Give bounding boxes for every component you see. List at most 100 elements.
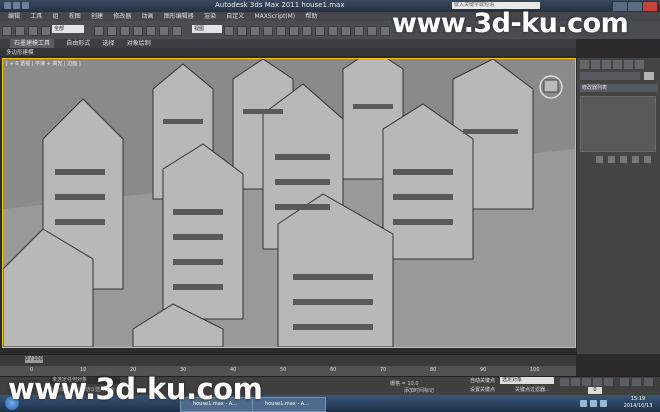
quick-access-toolbar [4,2,32,10]
orbit-icon[interactable] [644,378,653,386]
time-slider[interactable]: 0 / 100 [25,356,43,363]
window-title: Autodesk 3ds Max 2011 house1.max [215,1,345,9]
menu-item-create[interactable]: 创建 [91,12,103,21]
tick-label: 60 [330,367,337,373]
modify-tab-icon[interactable] [591,60,600,69]
pan-icon[interactable] [632,378,641,386]
pin-stack-icon[interactable] [596,156,603,163]
modifier-stack-list[interactable] [580,96,656,152]
object-name-field[interactable] [580,72,640,80]
curve-editor-icon[interactable] [314,26,325,36]
hierarchy-tab-icon[interactable] [602,60,611,69]
tab-object-paint[interactable]: 对象绘制 [127,39,151,48]
clock-date: 2014/10/13 [623,403,653,409]
menu-item-modifiers[interactable]: 修改器 [113,12,131,21]
open-file-icon[interactable] [22,2,29,9]
menu-item-customize[interactable]: 自定义 [226,12,244,21]
window-crossing-icon[interactable] [133,26,144,36]
selection-set-dropdown[interactable]: 选定对象 [500,377,554,384]
menu-item-animation[interactable]: 动画 [142,12,154,21]
tray-flag-icon[interactable] [580,400,587,407]
app-menu-icon[interactable] [4,2,11,9]
redo-icon[interactable] [15,26,25,36]
tray-network-icon[interactable] [590,400,597,407]
close-button[interactable] [642,1,658,12]
viewport-label[interactable]: [ + 0 透视 | 平滑 + 高光 | 边面 ] [6,60,81,67]
watermark-text: www.3d-ku.com [8,372,263,406]
menu-item-maxscript[interactable]: MAXScript(M) [255,12,296,21]
menu-item-group[interactable]: 组 [53,12,59,21]
select-by-name-icon[interactable] [107,26,118,36]
undo-icon[interactable] [2,26,12,36]
current-frame-field[interactable]: 0 [588,387,602,394]
goto-start-icon[interactable] [560,378,569,386]
motion-tab-icon[interactable] [613,60,622,69]
play-icon[interactable] [582,378,591,386]
render-icon[interactable] [379,26,390,36]
tick-label: 50 [280,367,287,373]
configure-sets-icon[interactable] [644,156,651,163]
angle-snap-icon[interactable] [249,26,260,36]
selection-filter-dropdown[interactable]: 全部 [52,25,84,33]
show-end-result-icon[interactable] [608,156,615,163]
menu-item-help[interactable]: 帮助 [305,12,317,21]
prev-frame-icon[interactable] [571,378,580,386]
set-key-button[interactable]: 设置关键点 [470,386,495,393]
snap-icon[interactable] [236,26,247,36]
tab-freeform[interactable]: 自由形式 [66,39,90,48]
system-clock[interactable]: 15:19 2014/10/13 [616,396,660,410]
menu-item-edit[interactable]: 编辑 [8,12,20,21]
utilities-tab-icon[interactable] [635,60,644,69]
scale-icon[interactable] [172,26,183,36]
schematic-icon[interactable] [327,26,338,36]
align-icon[interactable] [288,26,299,36]
clock-time: 15:19 [630,396,646,402]
reference-coord-dropdown[interactable]: 视图 [192,25,222,33]
zoom-icon[interactable] [620,378,629,386]
object-color-swatch[interactable] [644,72,654,80]
auto-key-button[interactable]: 自动关键点 [470,377,495,384]
scene-render [3,59,575,347]
menu-item-graph-editors[interactable]: 图形编辑器 [164,12,194,21]
grid-readout: 栅格 = 10.0 [390,381,419,387]
key-filters-button[interactable]: 关键点过滤器... [515,386,550,393]
new-file-icon[interactable] [13,2,20,9]
tray-volume-icon[interactable] [600,400,607,407]
taskbar-item[interactable]: house1.max - A... [252,397,326,412]
modifier-list-dropdown[interactable]: 修改器列表 [580,84,658,92]
select-object-icon[interactable] [94,26,105,36]
menu-item-views[interactable]: 视图 [69,12,81,21]
move-icon[interactable] [146,26,157,36]
pivot-icon[interactable] [223,26,234,36]
tab-selection[interactable]: 选择 [103,39,115,48]
layer-icon[interactable] [301,26,312,36]
ribbon-tabs: 石墨建模工具 自由形式 选择 对象绘制 [0,39,576,48]
perspective-viewport[interactable] [2,58,576,348]
unlink-icon[interactable] [41,26,51,36]
watermark-text: www.3d-ku.com [392,8,629,39]
rect-region-icon[interactable] [120,26,131,36]
link-icon[interactable] [28,26,38,36]
tab-graphite-modeling[interactable]: 石墨建模工具 [10,39,55,48]
maximize-button[interactable] [627,1,643,12]
mirror-icon[interactable] [275,26,286,36]
remove-modifier-icon[interactable] [632,156,639,163]
display-tab-icon[interactable] [624,60,633,69]
tick-label: 90 [480,367,487,373]
rotate-icon[interactable] [159,26,170,36]
menu-item-tools[interactable]: 工具 [30,12,42,21]
percent-snap-icon[interactable] [262,26,273,36]
add-time-tag[interactable]: 添加时间标记 [404,387,434,394]
create-tab-icon[interactable] [580,60,589,69]
render-frame-icon[interactable] [366,26,377,36]
ribbon-panel: 多边形建模 [0,48,576,56]
tick-label: 100 [530,367,540,373]
next-frame-icon[interactable] [593,378,602,386]
menu-item-rendering[interactable]: 渲染 [204,12,216,21]
material-editor-icon[interactable] [340,26,351,36]
make-unique-icon[interactable] [620,156,627,163]
goto-end-icon[interactable] [604,378,613,386]
render-setup-icon[interactable] [353,26,364,36]
tick-label: 70 [380,367,387,373]
polygon-modeling-label[interactable]: 多边形建模 [6,50,34,56]
